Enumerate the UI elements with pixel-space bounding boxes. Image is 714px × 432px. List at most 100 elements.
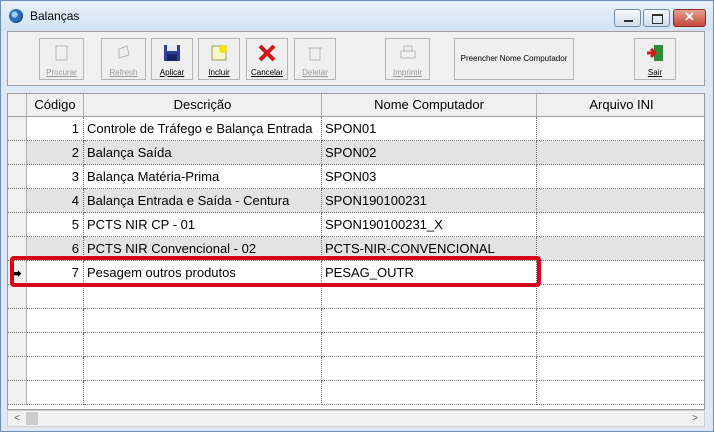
empty-cell — [27, 357, 84, 381]
minimize-icon — [624, 20, 633, 22]
header-codigo[interactable]: Código — [27, 94, 84, 116]
header-arquivo-ini[interactable]: Arquivo INI — [537, 94, 704, 116]
row-indicator-current[interactable]: ➡ — [8, 261, 27, 285]
procurar-label: Procurar — [46, 68, 77, 77]
cancelar-label: Cancelar — [250, 68, 283, 77]
cell-descricao[interactable]: Balança Entrada e Saída - Centura — [84, 189, 322, 213]
scroll-right-arrow-icon[interactable]: > — [688, 411, 702, 426]
cell-arquivo-ini[interactable] — [537, 189, 704, 213]
maximize-button[interactable] — [643, 9, 670, 27]
header-descricao[interactable]: Descrição — [84, 94, 322, 116]
empty-row — [8, 381, 704, 405]
cell-arquivo-ini[interactable] — [537, 165, 704, 189]
cell-codigo[interactable]: 3 — [27, 165, 84, 189]
header-nome-computador[interactable]: Nome Computador — [322, 94, 537, 116]
empty-cell — [27, 285, 84, 309]
print-icon — [400, 45, 415, 59]
row-indicator — [8, 333, 27, 357]
refresh-icon — [118, 45, 130, 59]
row-indicator[interactable] — [8, 237, 27, 261]
cell-arquivo-ini[interactable] — [537, 213, 704, 237]
cell-descricao[interactable]: Pesagem outros produtos — [84, 261, 322, 285]
cell-nome-computador[interactable]: SPON01 — [322, 117, 537, 141]
cell-arquivo-ini[interactable] — [537, 141, 704, 165]
empty-cell — [27, 381, 84, 405]
title-bar[interactable]: Balanças ✕ — [1, 1, 713, 31]
row-indicator[interactable] — [8, 189, 27, 213]
empty-cell — [322, 285, 537, 309]
procurar-button[interactable]: Procurar — [39, 38, 84, 80]
aplicar-button[interactable]: Aplicar — [151, 38, 193, 80]
table-row[interactable]: 3 Balança Matéria-Prima SPON03 — [8, 165, 704, 189]
table-row[interactable]: 5 PCTS NIR CP - 01 SPON190100231_X — [8, 213, 704, 237]
current-row-arrow-icon: ➡ — [10, 265, 22, 281]
row-indicator — [8, 309, 27, 333]
aplicar-label: Aplicar — [159, 68, 185, 77]
refresh-button[interactable]: Refresh — [101, 38, 146, 80]
toolbar: Procurar Refresh Aplicar Incluir Cancela… — [7, 31, 705, 86]
exit-door-icon — [647, 45, 663, 61]
cell-arquivo-ini[interactable] — [537, 261, 704, 285]
cancelar-button[interactable]: Cancelar — [246, 38, 288, 80]
table-row[interactable]: 6 PCTS NIR Convencional - 02 PCTS-NIR-CO… — [8, 237, 704, 261]
close-button[interactable]: ✕ — [673, 9, 706, 27]
search-icon — [55, 45, 67, 61]
row-indicator[interactable] — [8, 117, 27, 141]
cell-codigo[interactable]: 1 — [27, 117, 84, 141]
close-icon: ✕ — [684, 9, 695, 24]
empty-cell — [84, 309, 322, 333]
cell-nome-computador[interactable]: SPON03 — [322, 165, 537, 189]
cell-nome-computador[interactable]: PCTS-NIR-CONVENCIONAL — [322, 237, 537, 261]
cell-arquivo-ini[interactable] — [537, 237, 704, 261]
row-indicator[interactable] — [8, 165, 27, 189]
new-document-icon — [211, 45, 227, 61]
cell-codigo[interactable]: 2 — [27, 141, 84, 165]
row-indicator[interactable] — [8, 141, 27, 165]
table-row[interactable]: 1 Controle de Tráfego e Balança Entrada … — [8, 117, 704, 141]
cell-nome-computador[interactable]: SPON190100231_X — [322, 213, 537, 237]
row-indicator[interactable] — [8, 213, 27, 237]
row-indicator — [8, 357, 27, 381]
empty-cell — [537, 309, 704, 333]
refresh-label: Refresh — [109, 68, 138, 77]
minimize-button[interactable] — [614, 9, 641, 27]
cell-codigo[interactable]: 6 — [27, 237, 84, 261]
empty-cell — [537, 285, 704, 309]
empty-cell — [322, 381, 537, 405]
cell-nome-computador[interactable]: PESAG_OUTR — [322, 261, 537, 285]
table-row[interactable]: 4 Balança Entrada e Saída - Centura SPON… — [8, 189, 704, 213]
incluir-button[interactable]: Incluir — [198, 38, 240, 80]
sair-button[interactable]: Sair — [634, 38, 676, 80]
cell-codigo[interactable]: 7 — [27, 261, 84, 285]
deletar-label: Deletar — [302, 68, 328, 77]
cell-codigo[interactable]: 4 — [27, 189, 84, 213]
sair-label: Sair — [647, 68, 663, 77]
scroll-left-arrow-icon[interactable]: < — [10, 411, 24, 426]
row-indicator — [8, 285, 27, 309]
table-row[interactable]: 2 Balança Saída SPON02 — [8, 141, 704, 165]
incluir-label: Incluir — [208, 68, 230, 77]
deletar-button[interactable]: Deletar — [294, 38, 336, 80]
scroll-thumb[interactable] — [26, 412, 38, 425]
cell-descricao[interactable]: Balança Saída — [84, 141, 322, 165]
cell-descricao[interactable]: PCTS NIR Convencional - 02 — [84, 237, 322, 261]
balancas-grid[interactable]: Código Descrição Nome Computador Arquivo… — [7, 93, 705, 410]
maximize-icon — [652, 14, 663, 24]
cell-descricao[interactable]: Balança Matéria-Prima — [84, 165, 322, 189]
horizontal-scrollbar[interactable]: < > — [7, 410, 705, 427]
cell-codigo[interactable]: 5 — [27, 213, 84, 237]
save-icon — [164, 45, 180, 61]
empty-cell — [84, 333, 322, 357]
preencher-nome-computador-button[interactable]: Preencher Nome Computador — [454, 38, 574, 80]
imprimir-button[interactable]: Imprimir — [385, 38, 430, 80]
cell-nome-computador[interactable]: SPON02 — [322, 141, 537, 165]
table-row-selected[interactable]: ➡ 7 Pesagem outros produtos PESAG_OUTR — [8, 261, 704, 285]
cell-arquivo-ini[interactable] — [537, 117, 704, 141]
empty-row — [8, 285, 704, 309]
cancel-x-icon — [258, 44, 276, 62]
cell-nome-computador[interactable]: SPON190100231 — [322, 189, 537, 213]
empty-row — [8, 333, 704, 357]
cell-descricao[interactable]: PCTS NIR CP - 01 — [84, 213, 322, 237]
cell-descricao[interactable]: Controle de Tráfego e Balança Entrada — [84, 117, 322, 141]
header-indicator-cell — [8, 94, 27, 116]
